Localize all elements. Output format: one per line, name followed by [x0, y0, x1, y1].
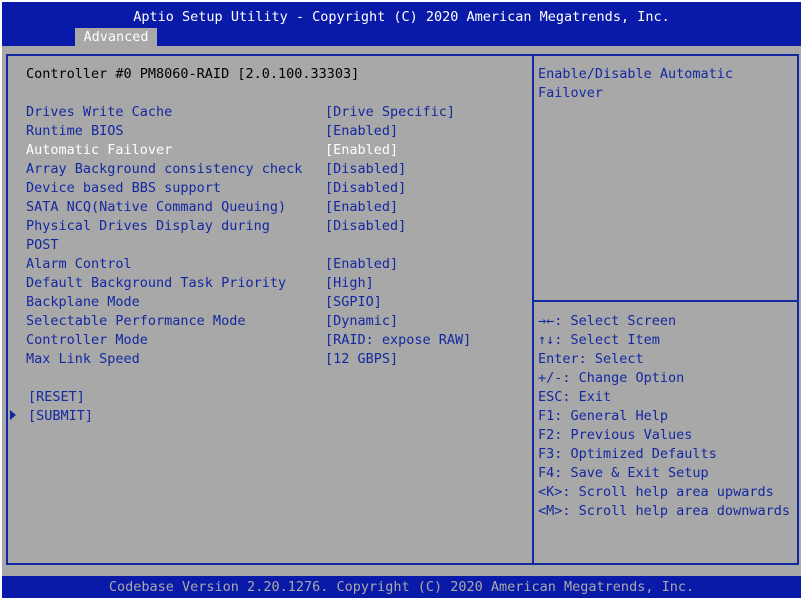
help-divider [534, 300, 797, 302]
value-array-background-check[interactable]: [Disabled] [325, 160, 406, 179]
reset-button[interactable]: [RESET] [28, 388, 85, 407]
app-title: Aptio Setup Utility - Copyright (C) 2020… [133, 9, 670, 25]
panel-divider [532, 56, 534, 563]
tab-advanced[interactable]: Advanced [75, 28, 157, 47]
value-backplane-mode[interactable]: [SGPIO] [325, 293, 382, 312]
value-controller-mode[interactable]: [RAID: expose RAW] [325, 331, 471, 350]
setting-drives-write-cache[interactable]: Drives Write Cache [26, 103, 172, 122]
setting-background-task-priority[interactable]: Default Background Task Priority [26, 274, 286, 293]
title-bar: Aptio Setup Utility - Copyright (C) 2020… [2, 2, 801, 47]
setting-array-background-check[interactable]: Array Background consistency check [26, 160, 302, 179]
help-text-line1: Enable/Disable Automatic [538, 66, 734, 82]
setting-alarm-control[interactable]: Alarm Control [26, 255, 132, 274]
setting-max-link-speed[interactable]: Max Link Speed [26, 350, 140, 369]
setting-physical-drives-display[interactable]: Physical Drives Display during [26, 217, 270, 236]
value-sata-ncq[interactable]: [Enabled] [325, 198, 398, 217]
key-select-item: ↑↓: Select Item [538, 332, 660, 348]
submit-button[interactable]: [SUBMIT] [28, 407, 93, 426]
setting-runtime-bios[interactable]: Runtime BIOS [26, 122, 124, 141]
setting-sata-ncq[interactable]: SATA NCQ(Native Command Queuing) [26, 198, 286, 217]
value-performance-mode[interactable]: [Dynamic] [325, 312, 398, 331]
value-max-link-speed[interactable]: [12 GBPS] [325, 350, 398, 369]
status-bar: Codebase Version 2.20.1276. Copyright (C… [2, 576, 801, 598]
key-save-exit: F4: Save & Exit Setup [538, 465, 709, 481]
key-scroll-up: <K>: Scroll help area upwards [538, 484, 774, 500]
key-select-screen: →←: Select Screen [538, 313, 677, 329]
value-drives-write-cache[interactable]: [Drive Specific] [325, 103, 455, 122]
value-runtime-bios[interactable]: [Enabled] [325, 122, 398, 141]
key-optimized-defaults: F3: Optimized Defaults [538, 446, 717, 462]
value-device-bbs-support[interactable]: [Disabled] [325, 179, 406, 198]
key-esc-exit: ESC: Exit [538, 389, 612, 405]
setting-backplane-mode[interactable]: Backplane Mode [26, 293, 140, 312]
controller-title: Controller #0 PM8060-RAID [2.0.100.33303… [26, 66, 360, 82]
setting-performance-mode[interactable]: Selectable Performance Mode [26, 312, 245, 331]
setting-automatic-failover[interactable]: Automatic Failover [26, 141, 172, 160]
key-previous-values: F2: Previous Values [538, 427, 693, 443]
value-background-task-priority[interactable]: [High] [325, 274, 374, 293]
key-change-option: +/-: Change Option [538, 370, 685, 386]
submenu-arrow-icon [10, 410, 16, 420]
value-automatic-failover[interactable]: [Enabled] [325, 141, 398, 160]
setting-device-bbs-support[interactable]: Device based BBS support [26, 179, 221, 198]
setting-controller-mode[interactable]: Controller Mode [26, 331, 148, 350]
footer-copyright: Codebase Version 2.20.1276. Copyright (C… [108, 579, 695, 595]
key-enter-select: Enter: Select [538, 351, 644, 367]
help-text-line2: Failover [538, 85, 604, 101]
value-physical-drives-display[interactable]: [Disabled] [325, 217, 406, 236]
key-general-help: F1: General Help [538, 408, 669, 424]
setting-physical-drives-display-cont[interactable]: POST [26, 236, 59, 255]
value-alarm-control[interactable]: [Enabled] [325, 255, 398, 274]
key-scroll-down: <M>: Scroll help area downwards [538, 503, 790, 519]
